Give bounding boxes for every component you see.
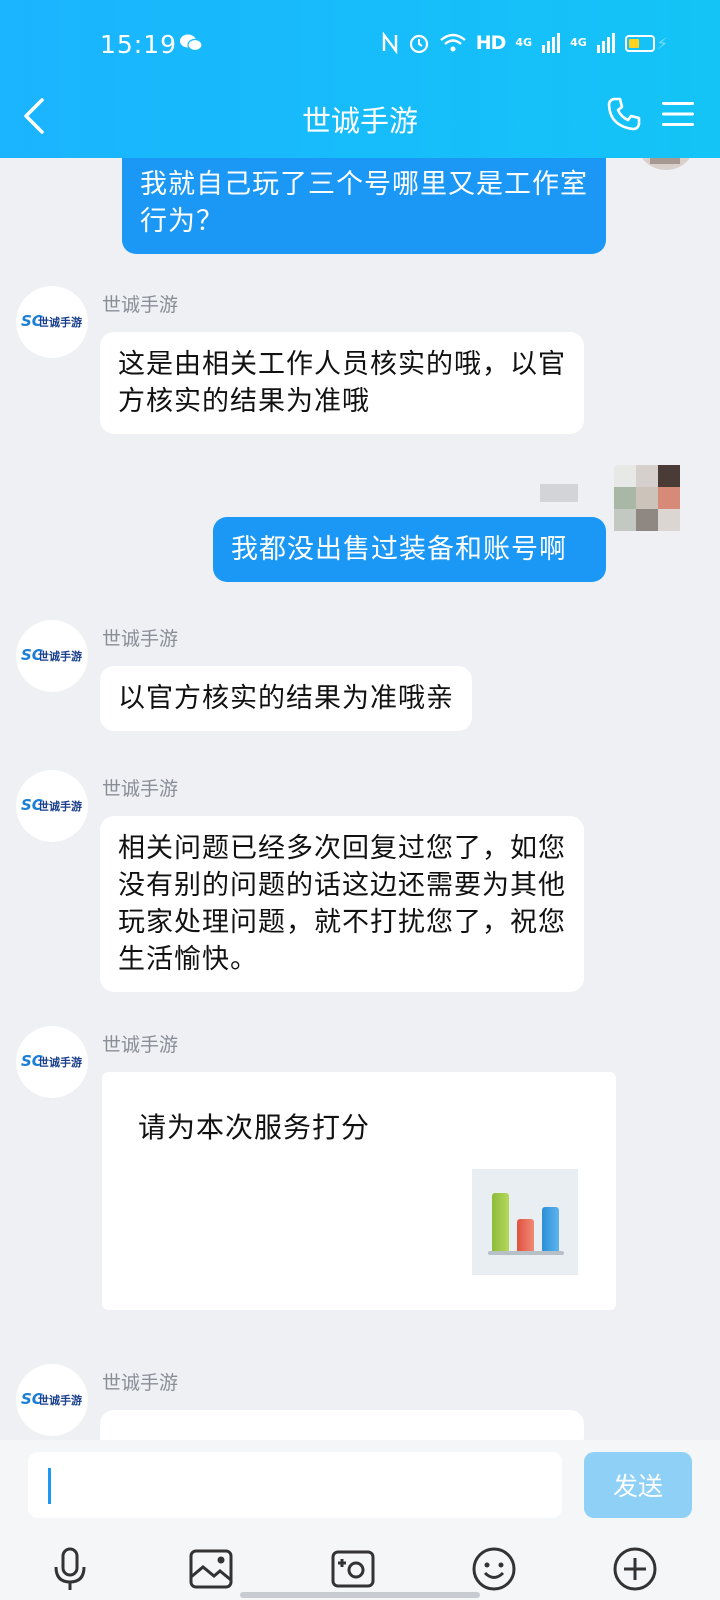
message-list[interactable]: 我就自己玩了三个号哪里又是工作室行为？ SC 世诚手游 世诚手游 这是由相关工作… (0, 158, 720, 1440)
contact-avatar[interactable]: SC 世诚手游 (16, 770, 88, 842)
phone-call-icon[interactable] (606, 96, 642, 132)
wechat-notification-icon (180, 34, 202, 52)
user-name-redacted (540, 484, 578, 502)
sender-name: 世诚手游 (102, 1372, 179, 1394)
contact-avatar[interactable]: SC 世诚手游 (16, 1364, 88, 1436)
sender-name: 世诚手游 (102, 628, 179, 650)
outgoing-message-bubble[interactable]: 我都没出售过装备和账号啊 (213, 517, 606, 582)
sender-name: 世诚手游 (102, 1034, 179, 1056)
service-rating-card[interactable]: 请为本次服务打分 (102, 1072, 616, 1310)
incoming-message-bubble[interactable]: 这是由相关工作人员核实的哦，以官方核实的结果为准哦 (100, 332, 584, 434)
input-bar: 发送 (0, 1440, 720, 1600)
menu-icon[interactable] (662, 100, 694, 128)
contact-avatar[interactable]: SC 世诚手游 (16, 1026, 88, 1098)
user-avatar[interactable] (614, 465, 692, 543)
avatar-logo-name: 世诚手游 (38, 650, 82, 663)
signal-bars-icon-2 (596, 33, 615, 53)
message-input[interactable] (28, 1452, 562, 1518)
app-header: 15:19 HD 4G 4G ⚡ 世诚手游 (0, 0, 720, 158)
avatar-logo-name: 世诚手游 (38, 1056, 82, 1069)
alarm-icon (409, 34, 428, 54)
wifi-icon (439, 33, 466, 52)
microphone-icon[interactable] (47, 1546, 93, 1592)
outgoing-message-bubble[interactable]: 我就自己玩了三个号哪里又是工作室行为？ (122, 158, 606, 254)
user-avatar[interactable] (636, 158, 696, 170)
signal-4g-label-1: 4G (515, 36, 533, 49)
charging-icon: ⚡ (656, 33, 668, 53)
emoji-icon[interactable] (471, 1546, 517, 1592)
send-button[interactable]: 发送 (584, 1452, 692, 1518)
image-icon[interactable] (188, 1546, 234, 1592)
hd-label: HD (475, 32, 507, 54)
incoming-message-bubble-partial[interactable] (100, 1410, 584, 1440)
rating-card-title: 请为本次服务打分 (138, 1111, 371, 1144)
sender-name: 世诚手游 (102, 778, 179, 800)
text-caret (48, 1468, 51, 1504)
signal-4g-label-2: 4G (570, 36, 587, 49)
battery-icon (624, 34, 655, 52)
avatar-logo-name: 世诚手游 (38, 800, 82, 813)
signal-bars-icon (542, 33, 561, 53)
incoming-message-bubble[interactable]: 相关问题已经多次回复过您了，如您没有别的问题的话这边还需要为其他玩家处理问题，就… (100, 816, 584, 992)
nfc-icon (382, 32, 397, 54)
status-icons: HD 4G 4G ⚡ (382, 32, 668, 54)
incoming-message-bubble[interactable]: 以官方核实的结果为准哦亲 (100, 666, 472, 731)
avatar-logo-name: 世诚手游 (38, 1394, 82, 1407)
contact-avatar[interactable]: SC 世诚手游 (16, 620, 88, 692)
sender-name: 世诚手游 (102, 294, 179, 316)
status-time: 15:19 (100, 30, 178, 59)
plus-icon[interactable] (612, 1546, 658, 1592)
camera-icon[interactable] (330, 1546, 376, 1592)
avatar-logo-name: 世诚手游 (38, 316, 82, 329)
contact-avatar[interactable]: SC 世诚手游 (16, 286, 88, 358)
bar-chart-icon (472, 1169, 578, 1275)
home-indicator[interactable] (240, 1592, 480, 1598)
